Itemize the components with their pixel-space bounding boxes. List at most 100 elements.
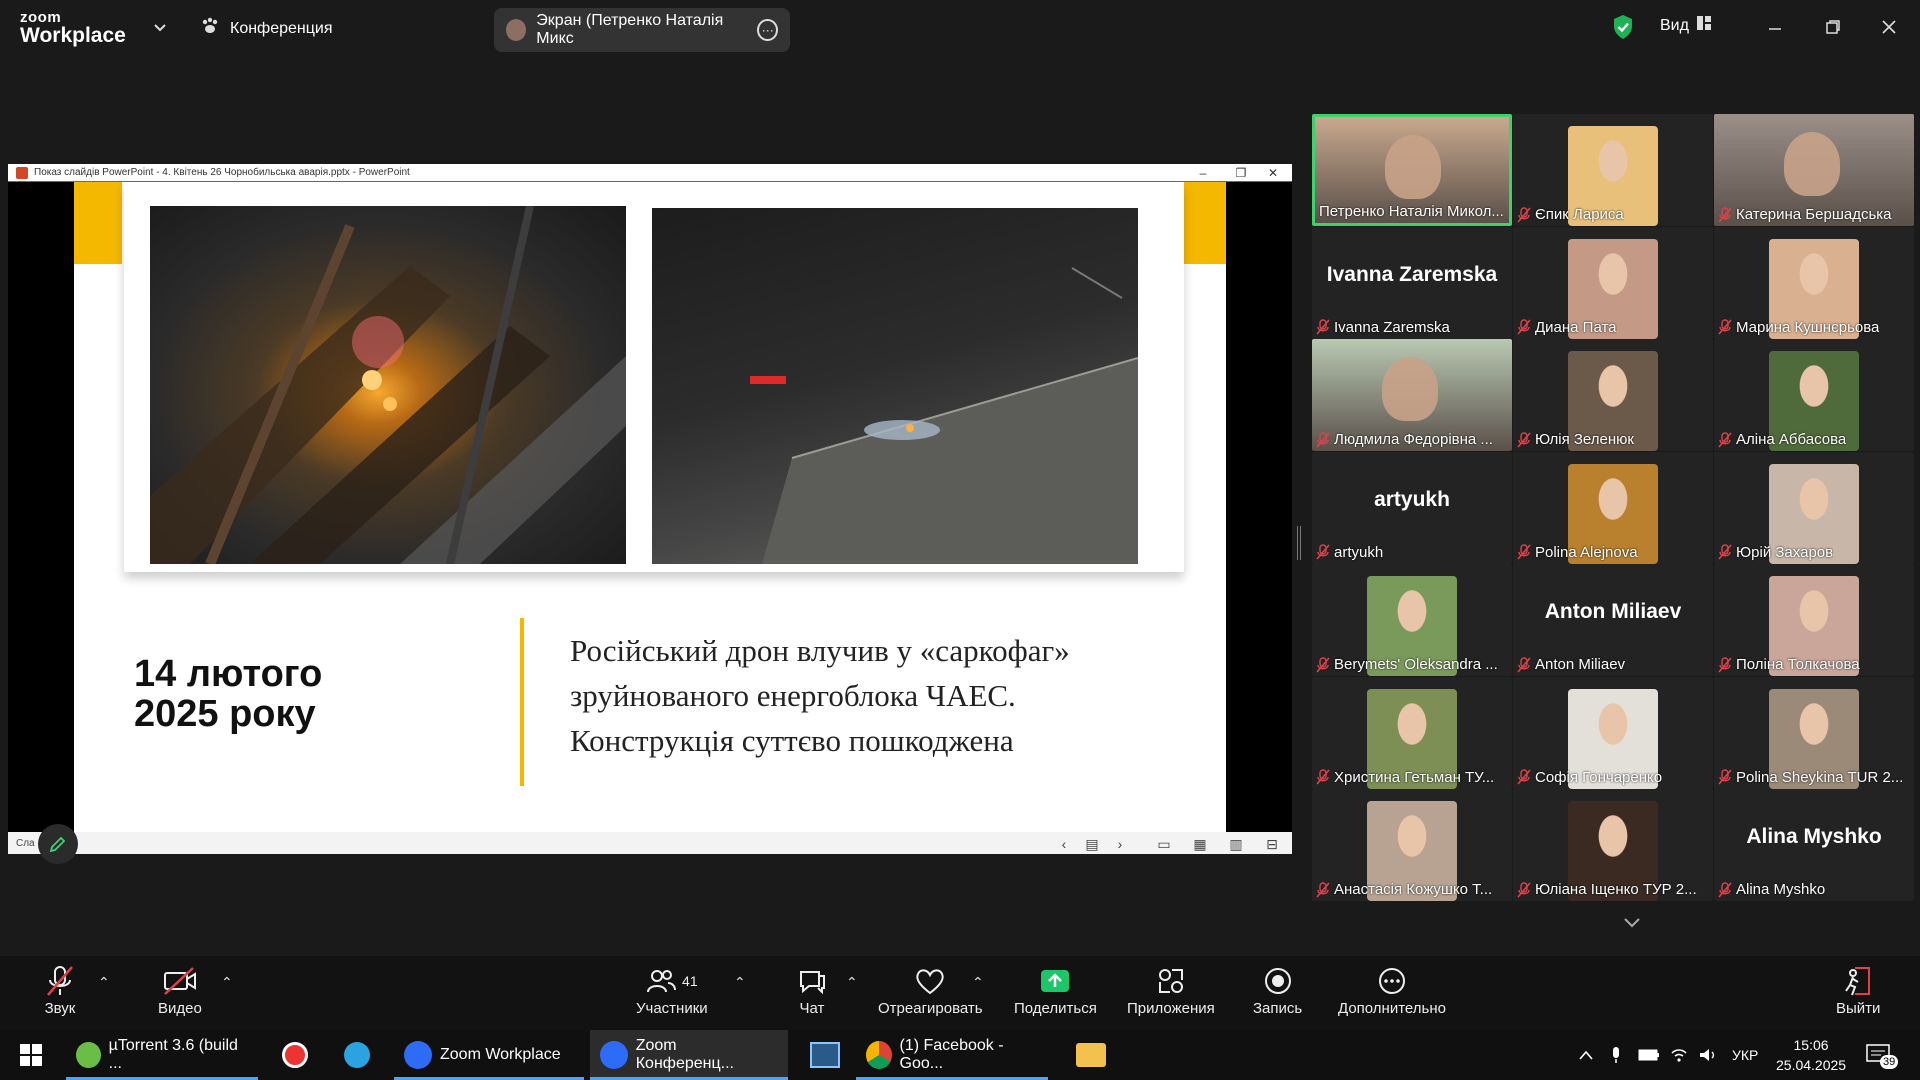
participant-name-label: Alina Myshko (1718, 881, 1825, 898)
mic-muted-icon (1718, 319, 1732, 335)
ppt-close-icon[interactable]: ✕ (1258, 164, 1288, 182)
more-options-icon[interactable]: ··· (757, 19, 779, 41)
react-options-caret[interactable]: ⌃ (972, 974, 984, 991)
minimize-icon[interactable] (1762, 14, 1788, 40)
tray-overflow-icon[interactable] (1578, 1030, 1594, 1080)
video-button[interactable]: Видео (158, 962, 202, 1017)
taskbar-recorder[interactable] (272, 1030, 318, 1080)
view-button[interactable]: Вид (1660, 16, 1711, 35)
participant-tile[interactable]: Христина Гетьман ТУ... (1312, 676, 1512, 789)
audio-button[interactable]: Звук (44, 962, 76, 1017)
next-slide-icon[interactable]: › (1110, 835, 1130, 853)
chat-options-caret[interactable]: ⌃ (846, 974, 858, 991)
leave-icon (1843, 962, 1873, 1000)
ppt-minimize-icon[interactable]: – (1188, 164, 1218, 182)
participant-tile[interactable]: Людмила Федорівна ... (1312, 339, 1512, 451)
taskbar-telegram[interactable] (334, 1030, 380, 1080)
participant-tile[interactable]: Софія Гончаренко (1513, 676, 1713, 789)
photos-icon (810, 1042, 840, 1068)
participant-tile[interactable]: Юлія Зеленюк (1513, 339, 1713, 451)
start-button[interactable] (10, 1030, 52, 1080)
mic-muted-icon (1517, 319, 1531, 335)
chat-icon (797, 962, 827, 1000)
participant-name-label: Диана Пата (1517, 319, 1617, 336)
screen-share-indicator[interactable]: Экран (Петренко Наталія Микс ··· (494, 8, 790, 52)
tray-notifications[interactable]: 39 (1866, 1030, 1899, 1080)
taskbar-photos[interactable] (800, 1030, 850, 1080)
participants-options-caret[interactable]: ⌃ (734, 974, 746, 991)
participant-tile[interactable]: Alina Myshko Alina Myshko (1714, 789, 1914, 901)
participant-tile[interactable]: Диана Пата (1513, 226, 1713, 339)
slide-menu-icon[interactable]: ▤ (1082, 835, 1102, 853)
taskbar-chrome[interactable]: (1) Facebook - Goo... (856, 1030, 1048, 1080)
video-options-caret[interactable]: ⌃ (221, 974, 233, 991)
tray-volume-icon[interactable] (1698, 1030, 1718, 1080)
participant-tile[interactable]: Юліана Іщенко ТУР 2... (1513, 789, 1713, 901)
tray-mic-icon[interactable] (1610, 1030, 1622, 1080)
participant-tile[interactable]: Anton Miliaev Anton Miliaev (1513, 564, 1713, 676)
logo-line1: zoom (20, 9, 62, 26)
taskbar-utorrent[interactable]: µTorrent 3.6 (build ... (66, 1030, 258, 1080)
participant-tile[interactable]: Юрій Захаров (1714, 451, 1914, 564)
mic-muted-icon (1517, 656, 1531, 673)
mic-muted-icon (1316, 431, 1330, 448)
slideshow-view-icon[interactable]: ⊟ (1262, 835, 1282, 853)
conference-menu[interactable]: Конференция (200, 16, 333, 41)
prev-slide-icon[interactable]: ‹ (1054, 835, 1074, 853)
participant-name-label: Юліана Іщенко ТУР 2... (1517, 881, 1697, 898)
leave-button[interactable]: Выйти (1836, 962, 1880, 1017)
clock-time: 15:06 (1793, 1037, 1829, 1053)
participant-tile[interactable]: Berymets' Oleksandra ... (1312, 564, 1512, 676)
participant-name-placeholder: Ivanna Zaremska (1326, 262, 1498, 286)
mic-muted-icon (1316, 656, 1330, 673)
taskbar-zoom-conference[interactable]: Zoom Конференц... (590, 1030, 788, 1080)
participant-tile[interactable]: Поліна Толкачова (1714, 564, 1914, 676)
participant-tile[interactable]: Анастасія Кожушко Т... (1312, 789, 1512, 901)
participants-button[interactable]: 41 Участники (636, 962, 708, 1017)
sharer-avatar (506, 19, 527, 41)
participant-name: Єпик Лариса (1535, 206, 1624, 223)
restore-icon[interactable] (1820, 14, 1846, 40)
more-button[interactable]: Дополнительно (1338, 962, 1446, 1017)
record-button[interactable]: Запись (1253, 962, 1302, 1017)
slide-date-line2: 2025 року (134, 693, 316, 735)
normal-view-icon[interactable]: ▭ (1154, 835, 1174, 853)
apps-icon (1156, 962, 1186, 1000)
tray-language[interactable]: УКР (1732, 1030, 1758, 1080)
slide-body-text: Російський дрон влучив у «саркофаг» зруй… (570, 628, 1190, 763)
windows-taskbar: µTorrent 3.6 (build ... Zoom Workplace Z… (0, 1030, 1920, 1080)
chat-button[interactable]: Чат (797, 962, 827, 1017)
sorter-view-icon[interactable]: ▦ (1190, 835, 1210, 853)
panel-resize-handle[interactable] (1297, 526, 1301, 560)
participant-name: Юлія Зеленюк (1535, 431, 1634, 448)
reading-view-icon[interactable]: ▥ (1226, 835, 1246, 853)
participant-tile[interactable]: artyukh artyukh (1312, 451, 1512, 564)
tray-wifi-icon[interactable] (1670, 1030, 1688, 1080)
mic-muted-icon (1316, 881, 1330, 898)
participant-tile[interactable]: Марина Кушнєрьова (1714, 226, 1914, 339)
powerpoint-title-bar: Показ слайдів PowerPoint - 4. Квітень 26… (8, 164, 1292, 182)
participant-name-label: Анастасія Кожушко Т... (1316, 881, 1492, 898)
participant-tile[interactable]: Ivanna Zaremska Ivanna Zaremska (1312, 226, 1512, 339)
participant-tile[interactable]: Аліна Аббасова (1714, 339, 1914, 451)
ppt-restore-icon[interactable]: ❐ (1226, 164, 1256, 182)
close-icon[interactable] (1876, 14, 1902, 40)
participant-tile[interactable]: Петренко Наталія Микол... (1312, 114, 1512, 226)
taskbar-zoom-workplace[interactable]: Zoom Workplace (394, 1030, 584, 1080)
participant-tile[interactable]: Polina Alejnova (1513, 451, 1713, 564)
apps-button[interactable]: Приложения (1127, 962, 1215, 1017)
chevron-down-icon[interactable] (150, 18, 170, 38)
participant-tile[interactable]: Єпик Лариса (1513, 114, 1713, 226)
tray-battery-icon[interactable] (1638, 1030, 1660, 1080)
audio-options-caret[interactable]: ⌃ (98, 974, 110, 991)
participant-tile[interactable]: Polina Sheykina TUR 2... (1714, 676, 1914, 789)
participant-tile[interactable]: Катерина Бершадська (1714, 114, 1914, 226)
security-shield-icon[interactable] (1612, 14, 1634, 45)
taskbar-explorer[interactable] (1066, 1030, 1116, 1080)
gallery-scroll-down-icon[interactable] (1612, 908, 1652, 938)
react-button[interactable]: Отреагировать (878, 962, 983, 1017)
share-button[interactable]: Поделиться (1014, 962, 1097, 1017)
tray-clock[interactable]: 15:06 25.04.2025 (1776, 1030, 1846, 1080)
meeting-toolbar: Звук ⌃ Видео ⌃ 41 Участники ⌃ Чат ⌃ Отре… (0, 956, 1920, 1030)
annotate-pen-button[interactable] (38, 824, 78, 864)
